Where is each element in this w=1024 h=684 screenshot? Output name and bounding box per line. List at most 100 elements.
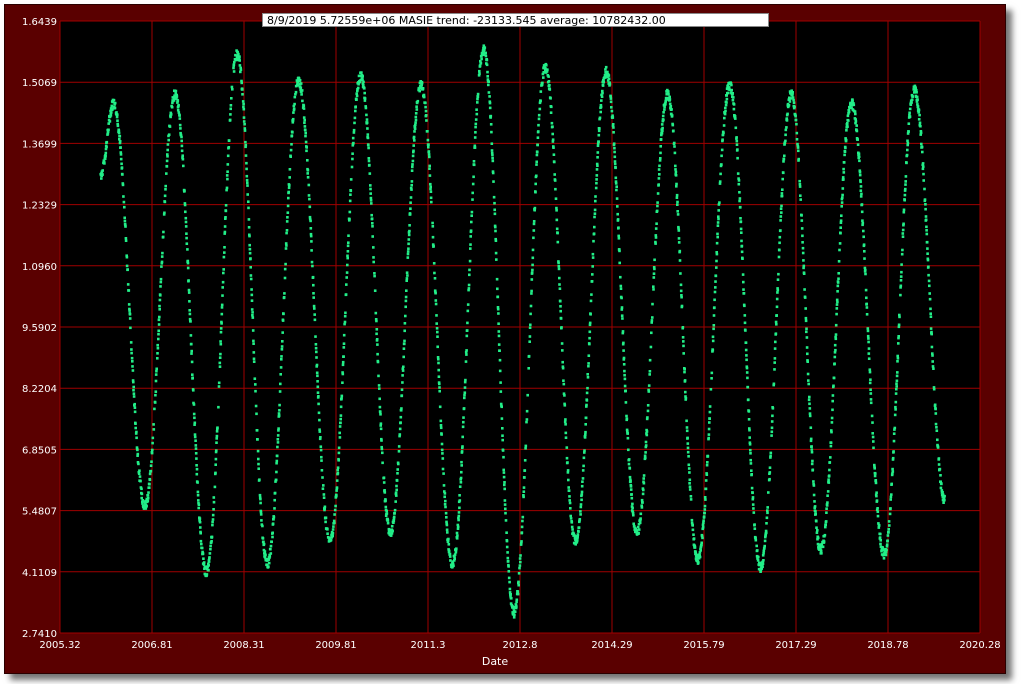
data-point [876, 507, 879, 510]
data-point [350, 165, 354, 169]
data-point [248, 234, 251, 238]
data-point [561, 360, 564, 364]
data-point [607, 74, 611, 77]
data-point [192, 403, 196, 406]
data-point [371, 222, 374, 225]
data-point [920, 142, 923, 146]
data-point [936, 446, 940, 449]
data-point [670, 114, 674, 117]
data-point [178, 123, 182, 127]
data-point [926, 252, 929, 255]
data-point [770, 434, 773, 437]
data-point [935, 426, 938, 429]
data-point [161, 235, 165, 239]
data-point [369, 199, 373, 202]
data-point [209, 544, 212, 548]
data-point [525, 418, 529, 421]
data-point [708, 405, 712, 408]
data-point [874, 481, 878, 485]
data-point [197, 506, 200, 510]
data-point [671, 123, 675, 127]
data-point [186, 266, 190, 270]
data-point [607, 77, 611, 80]
data-point [757, 555, 760, 559]
data-point [252, 360, 256, 363]
data-point [769, 451, 773, 455]
data-point [271, 531, 274, 535]
data-point [620, 306, 624, 309]
data-point [911, 95, 914, 98]
data-point [594, 195, 597, 198]
data-point [644, 440, 648, 444]
data-point [658, 164, 661, 168]
data-point [181, 154, 184, 157]
data-point [642, 488, 645, 492]
data-point [539, 90, 543, 93]
data-point [115, 115, 119, 119]
data-point [258, 493, 262, 497]
data-point [261, 537, 265, 540]
data-point [165, 165, 169, 168]
data-point [622, 349, 625, 352]
data-point [109, 114, 113, 117]
data-point [200, 542, 203, 546]
data-point [407, 233, 411, 237]
data-point [195, 467, 199, 471]
data-point [709, 388, 713, 391]
data-point [749, 462, 753, 465]
data-point [855, 129, 859, 133]
data-point [553, 179, 557, 182]
data-point [282, 312, 285, 316]
data-point [287, 186, 291, 190]
data-point [435, 327, 439, 330]
data-point [313, 313, 316, 316]
data-point [846, 125, 849, 128]
data-point [249, 274, 253, 277]
data-point [824, 523, 827, 526]
data-point [865, 296, 868, 300]
data-point [825, 511, 828, 514]
data-point [743, 304, 746, 308]
y-tick-label: 5.4807 [22, 507, 57, 518]
data-point [271, 522, 275, 525]
data-point [267, 565, 270, 568]
data-point [438, 386, 441, 389]
data-point [612, 131, 615, 134]
data-point [532, 229, 536, 232]
data-point [494, 251, 498, 255]
data-point [466, 321, 469, 325]
data-point [378, 405, 382, 409]
data-point [101, 173, 104, 176]
data-point [185, 232, 188, 235]
data-point [725, 97, 729, 101]
data-point [770, 426, 774, 430]
y-tick-label: 1.3699 [22, 139, 57, 150]
data-point [535, 160, 538, 164]
data-point [384, 505, 388, 509]
data-point [871, 432, 874, 435]
data-point [130, 348, 133, 351]
data-point [936, 438, 939, 442]
data-point [707, 436, 710, 440]
data-point [856, 143, 860, 146]
data-point [126, 283, 130, 286]
data-point [778, 248, 781, 252]
data-point [844, 138, 848, 142]
data-point [292, 107, 296, 111]
data-point [566, 461, 569, 464]
data-point [103, 162, 106, 165]
data-point [215, 449, 218, 452]
data-point [112, 98, 116, 102]
data-point [149, 464, 153, 467]
data-point [212, 500, 216, 504]
data-point [469, 243, 472, 246]
data-point [910, 98, 914, 101]
data-point [927, 273, 930, 277]
data-point [860, 203, 864, 206]
data-point [229, 107, 232, 111]
data-point [740, 239, 743, 243]
data-point [691, 528, 695, 532]
data-point [329, 538, 333, 542]
data-point [279, 373, 282, 376]
data-point [588, 330, 592, 334]
